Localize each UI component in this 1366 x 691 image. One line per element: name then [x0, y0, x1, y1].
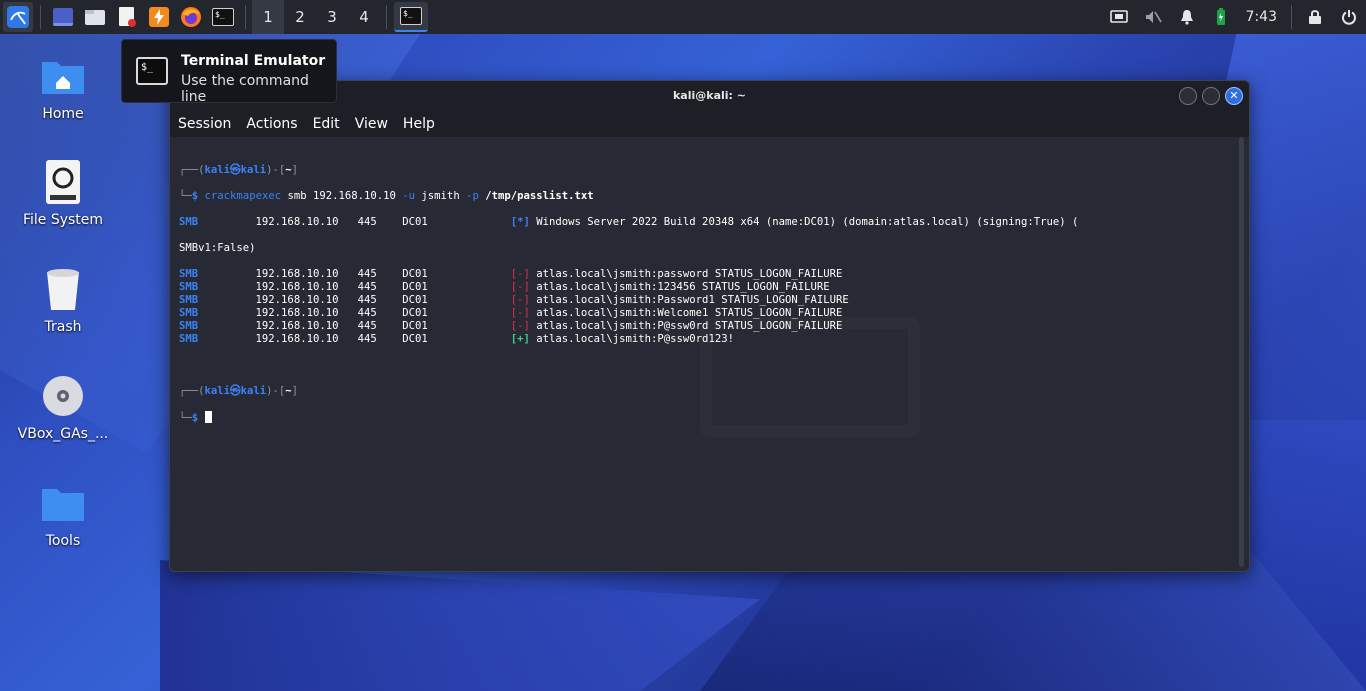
terminal-icon: $_: [400, 7, 422, 25]
status-tag: [+]: [510, 333, 530, 345]
minimize-button[interactable]: [1179, 87, 1197, 105]
text-cursor: [204, 411, 212, 423]
menu-session[interactable]: Session: [178, 116, 231, 132]
desktop-icon-home[interactable]: Home: [12, 52, 114, 122]
folder-icon: [42, 489, 84, 521]
menu-edit[interactable]: Edit: [313, 116, 340, 132]
desktop-icon-label: VBox_GAs_...: [17, 426, 109, 442]
home-folder-icon: [42, 62, 84, 94]
menu-help[interactable]: Help: [403, 116, 435, 132]
desktop-icon-label: Trash: [44, 319, 82, 335]
taskbar-separator: [386, 5, 387, 29]
bell-icon: [1180, 10, 1193, 25]
status-tag: [-]: [510, 320, 530, 332]
workspace-4[interactable]: 4: [348, 0, 380, 34]
input-line[interactable]: └─$: [179, 411, 1078, 425]
close-icon: ✕: [1229, 89, 1239, 102]
maximize-button[interactable]: [1202, 87, 1220, 105]
scrollbar[interactable]: [1239, 137, 1244, 567]
tooltip-subtitle: Use the command line: [181, 73, 309, 105]
desktop-icon-label: File System: [22, 212, 104, 228]
burp-icon: [149, 7, 169, 27]
desktop-icon-label: Home: [42, 106, 84, 122]
status-tag: [-]: [510, 281, 530, 293]
firefox-icon: [181, 7, 201, 27]
drive-icon: [46, 160, 80, 204]
terminal-window: kali@kali: ~ ✕ Session Actions Edit View…: [169, 80, 1250, 572]
taskbar-window-terminal[interactable]: $_: [394, 2, 428, 32]
output-line: SMB 192.168.10.10 445 DC01 [*] Windows S…: [179, 216, 1079, 228]
lock-screen-button[interactable]: [1298, 0, 1332, 34]
desktop-icon-vbox-disc[interactable]: VBox_GAs_...: [12, 372, 114, 442]
volume-muted-icon: [1145, 11, 1162, 23]
wallpaper-facet: [160, 560, 760, 691]
lock-icon: [1309, 10, 1321, 24]
text-editor-button[interactable]: [112, 2, 142, 32]
command-line: └─$ crackmapexec smb 192.168.10.10 -u js…: [179, 190, 594, 202]
workspace-3[interactable]: 3: [316, 0, 348, 34]
desktop-icon-tools[interactable]: Tools: [12, 479, 114, 549]
terminal-output[interactable]: ┌──(kali㉿kali)-[~] └─$ crackmapexec smb …: [170, 137, 1249, 571]
clock[interactable]: 7:43: [1238, 9, 1285, 25]
taskbar-separator: [1291, 5, 1292, 29]
battery-icon: [1216, 8, 1225, 25]
display-button[interactable]: [1102, 0, 1136, 34]
close-button[interactable]: ✕: [1225, 87, 1243, 105]
workspace-2[interactable]: 2: [284, 0, 316, 34]
power-icon: [1342, 10, 1356, 25]
taskbar-separator: [245, 5, 246, 29]
tooltip-title: Terminal Emulator: [181, 53, 326, 69]
status-tag: [-]: [510, 307, 530, 319]
disc-icon: [43, 376, 83, 416]
result-row: SMB 192.168.10.10 445 DC01 [-] atlas.loc…: [179, 307, 843, 319]
result-row: SMB 192.168.10.10 445 DC01 [-] atlas.loc…: [179, 294, 849, 306]
menu-actions[interactable]: Actions: [246, 116, 297, 132]
output-line: SMBv1:False): [179, 242, 256, 254]
menu-bar: Session Actions Edit View Help: [170, 111, 1249, 137]
battery-button[interactable]: [1204, 0, 1238, 34]
desktop-icon-label: Tools: [45, 533, 81, 549]
firefox-button[interactable]: [176, 2, 206, 32]
burp-button[interactable]: [144, 2, 174, 32]
kali-menu-button[interactable]: [3, 2, 33, 32]
result-row: SMB 192.168.10.10 445 DC01 [-] atlas.loc…: [179, 320, 843, 332]
menu-view[interactable]: View: [355, 116, 388, 132]
workspace-1[interactable]: 1: [252, 0, 284, 34]
status-tag: [-]: [510, 294, 530, 306]
show-desktop-icon: [53, 8, 73, 26]
notifications-button[interactable]: [1170, 0, 1204, 34]
file-manager-button[interactable]: [80, 2, 110, 32]
terminal-launcher-button[interactable]: $_: [208, 2, 238, 32]
result-lines: SMB 192.168.10.10 445 DC01 [-] atlas.loc…: [179, 268, 1078, 346]
launcher-tooltip: $_ Terminal Emulator Use the command lin…: [121, 39, 337, 105]
result-row: SMB 192.168.10.10 445 DC01 [+] atlas.loc…: [179, 333, 734, 345]
taskbar: $_ 1 2 3 4 $_ 7:43: [0, 0, 1366, 34]
trash-icon: [47, 269, 79, 310]
desktop-icon-filesystem[interactable]: File System: [12, 158, 114, 228]
terminal-icon: $_: [212, 8, 234, 26]
result-row: SMB 192.168.10.10 445 DC01 [-] atlas.loc…: [179, 281, 830, 293]
terminal-text: ┌──(kali㉿kali)-[~] └─$ crackmapexec smb …: [179, 151, 1078, 451]
taskbar-separator: [40, 5, 41, 29]
file-manager-icon: [85, 10, 105, 25]
system-tray: 7:43: [1102, 0, 1366, 34]
desktop-icon-trash[interactable]: Trash: [12, 265, 114, 335]
result-row: SMB 192.168.10.10 445 DC01 [-] atlas.loc…: [179, 268, 843, 280]
kali-menu-icon: [7, 6, 29, 28]
prompt-line: ┌──(kali㉿kali)-[~]: [179, 164, 299, 176]
prompt-line: ┌──(kali㉿kali)-[~]: [179, 385, 299, 397]
volume-button[interactable]: [1136, 0, 1170, 34]
display-icon: [1109, 10, 1128, 23]
text-editor-icon: [119, 7, 136, 27]
terminal-icon: $_: [136, 57, 168, 85]
show-desktop-button[interactable]: [48, 2, 78, 32]
power-button[interactable]: [1332, 0, 1366, 34]
status-tag: [-]: [510, 268, 530, 280]
